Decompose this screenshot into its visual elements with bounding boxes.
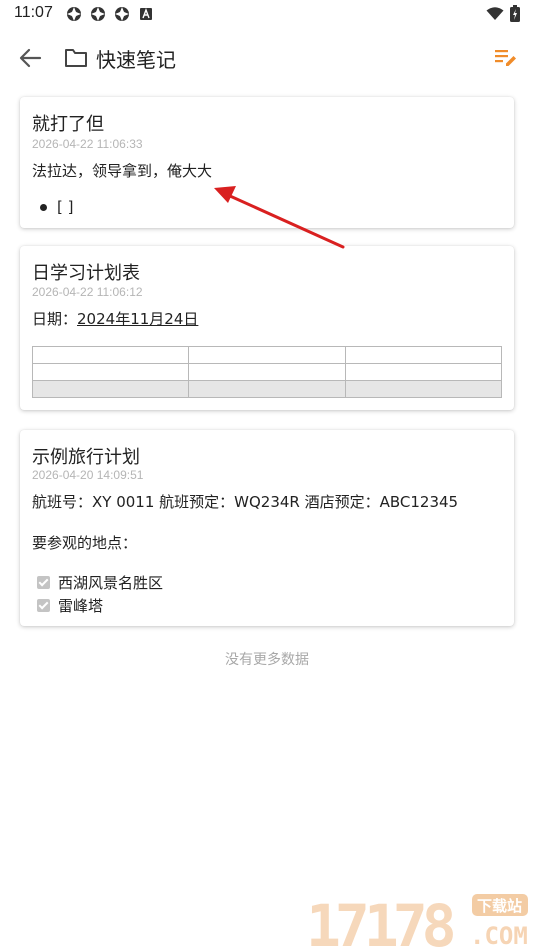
note-date: 2026-04-20 14:09:51 <box>32 468 144 482</box>
table-cell <box>31 380 190 398</box>
note-card[interactable]: 就打了但 2026-04-22 11:06:33 法拉达，领导拿到，俺大大 [ … <box>20 97 514 228</box>
note-card[interactable]: 示例旅行计划 2026-04-20 14:09:51 航班号：XY 0011 航… <box>20 430 514 626</box>
table-cell <box>188 363 346 381</box>
table-cell <box>188 380 346 398</box>
checklist-item[interactable]: 雷峰塔 <box>37 595 103 616</box>
checklist-item[interactable]: 西湖风景名胜区 <box>37 572 163 593</box>
table-cell <box>344 363 503 381</box>
status-bar: 11:07 <box>0 0 534 28</box>
checkbox-checked-icon[interactable] <box>37 576 50 589</box>
checkbox-checked-icon[interactable] <box>37 599 50 612</box>
edit-list-icon[interactable] <box>494 47 518 69</box>
date-value: 2024年11月24日 <box>77 310 199 328</box>
watermark-domain: .COM <box>470 922 528 950</box>
note-body: 日期：2024年11月24日 <box>32 308 198 329</box>
watermark-number: 17178 <box>306 892 454 950</box>
note-date: 2026-04-22 11:06:33 <box>32 137 143 151</box>
places-label: 要参观的地点： <box>32 534 138 552</box>
table-row <box>31 346 503 364</box>
note-title: 日学习计划表 <box>32 263 140 284</box>
battery-icon <box>510 5 520 22</box>
status-time: 11:07 <box>14 4 53 21</box>
table-cell <box>31 346 190 364</box>
table-row <box>31 380 503 398</box>
checklist-label: 西湖风景名胜区 <box>58 574 164 592</box>
keyboard-notification-icon <box>140 8 152 20</box>
table-cell <box>31 363 190 381</box>
checklist-label: 雷峰塔 <box>58 597 104 615</box>
app-bar: 快速笔记 <box>0 34 534 82</box>
site-watermark: 17178 下载站 .COM <box>306 892 528 950</box>
wifi-icon <box>486 6 504 20</box>
table-cell <box>344 380 503 398</box>
note-title: 示例旅行计划 <box>32 447 140 468</box>
no-more-data-text: 没有更多数据 <box>225 652 309 668</box>
page-title: 快速笔记 <box>96 48 176 72</box>
note-table <box>31 346 503 398</box>
app-notification-icon <box>67 7 81 21</box>
bullet-item: [ ] <box>40 198 73 216</box>
system-status-icons <box>486 5 520 22</box>
watermark-badge: 下载站 <box>477 897 522 915</box>
table-cell <box>188 346 346 364</box>
note-body: 法拉达，领导拿到，俺大大 <box>32 162 213 180</box>
note-card[interactable]: 日学习计划表 2026-04-22 11:06:12 日期：2024年11月24… <box>20 246 514 410</box>
bullet-text: [ ] <box>57 198 74 216</box>
note-title: 就打了但 <box>32 114 104 135</box>
app-notification-icon <box>91 7 105 21</box>
note-body: 航班号：XY 0011 航班预定：WQ234R 酒店预定：ABC12345 <box>32 493 459 511</box>
app-notification-icon <box>115 7 129 21</box>
table-cell <box>344 346 503 364</box>
folder-icon <box>65 49 87 67</box>
notification-icons <box>66 6 154 22</box>
table-row <box>31 363 503 381</box>
note-date: 2026-04-22 11:06:12 <box>32 285 143 299</box>
date-label: 日期： <box>32 310 78 328</box>
back-arrow-icon[interactable] <box>18 46 44 70</box>
bullet-dot <box>40 203 47 211</box>
